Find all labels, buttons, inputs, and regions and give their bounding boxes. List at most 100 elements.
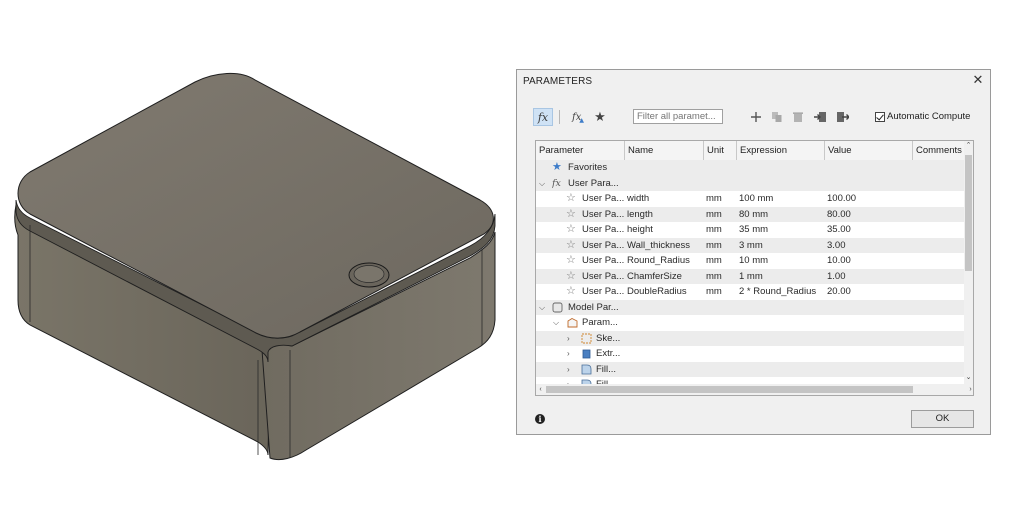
list-item[interactable]: › Extr... bbox=[536, 346, 966, 362]
cell-name: ChamferSize bbox=[627, 270, 682, 282]
cell-parameter: User Pa... bbox=[582, 239, 625, 251]
star-outline-icon[interactable]: ☆ bbox=[566, 238, 576, 254]
list-item[interactable]: › Fill... bbox=[536, 361, 966, 378]
fx-filter-button[interactable]: fx ▲ bbox=[569, 108, 587, 126]
star-outline-icon[interactable]: ☆ bbox=[566, 207, 576, 223]
cell-parameter: User Pa... bbox=[582, 286, 625, 297]
column-header-value[interactable]: Value bbox=[825, 141, 913, 160]
favorites-row[interactable]: ★ Favorites bbox=[536, 160, 966, 176]
close-icon[interactable]: ✕ bbox=[970, 72, 986, 88]
cell-value: 35.00 bbox=[827, 224, 851, 235]
chevron-right-icon[interactable]: › bbox=[567, 346, 570, 362]
user-parameters-group-row[interactable]: ⌵ fx User Para... bbox=[536, 175, 966, 192]
model-item-label: Ske... bbox=[596, 332, 621, 344]
cell-parameter: User Pa... bbox=[582, 208, 625, 220]
table-row[interactable]: ☆ User Pa... Wall_thickness mm 3 mm 3.00 bbox=[536, 237, 966, 254]
user-parameters-group-label: User Para... bbox=[568, 177, 619, 189]
dialog-title: PARAMETERS bbox=[523, 76, 593, 87]
filter-parameters-input[interactable] bbox=[633, 109, 723, 124]
cell-value: 10.00 bbox=[827, 255, 851, 266]
dialog-titlebar: PARAMETERS ✕ bbox=[517, 70, 990, 92]
cell-unit: mm bbox=[706, 193, 722, 204]
cell-value: 100.00 bbox=[827, 193, 857, 204]
model-viewport[interactable] bbox=[0, 0, 510, 523]
fx-all-parameters-button[interactable]: fx bbox=[533, 108, 553, 126]
column-header-parameter[interactable]: Parameter bbox=[536, 141, 625, 160]
horizontal-scrollbar[interactable]: ‹ › bbox=[536, 384, 973, 395]
parameters-dialog: PARAMETERS ✕ fx fx▲ ★ Automatic Compute bbox=[516, 69, 991, 435]
trash-icon bbox=[793, 112, 803, 122]
model-item-label: Fill... bbox=[596, 363, 617, 375]
cell-value: 3.00 bbox=[827, 239, 846, 251]
toolbar-divider bbox=[559, 110, 560, 124]
model-parameters-group-label: Model Par... bbox=[568, 301, 619, 313]
cell-expression[interactable]: 10 mm bbox=[739, 253, 768, 269]
list-item[interactable]: › Ske... bbox=[536, 330, 966, 347]
delete-parameter-button[interactable] bbox=[791, 108, 805, 126]
cell-expression[interactable]: 35 mm bbox=[739, 222, 768, 238]
add-parameter-button[interactable] bbox=[749, 108, 763, 126]
star-outline-icon[interactable]: ☆ bbox=[566, 284, 576, 300]
table-row[interactable]: ☆ User Pa... height mm 35 mm 35.00 bbox=[536, 222, 966, 238]
cell-unit: mm bbox=[706, 255, 722, 266]
body-icon bbox=[567, 317, 578, 328]
scroll-left-arrow[interactable]: ‹ bbox=[536, 384, 545, 395]
component-icon bbox=[552, 302, 563, 312]
chevron-right-icon[interactable]: › bbox=[567, 362, 570, 378]
cell-expression[interactable]: 80 mm bbox=[739, 207, 768, 223]
scroll-right-arrow[interactable]: › bbox=[966, 384, 973, 395]
star-outline-icon[interactable]: ☆ bbox=[566, 191, 576, 207]
star-outline-icon[interactable]: ☆ bbox=[566, 269, 576, 285]
import-parameters-button[interactable] bbox=[813, 108, 827, 126]
cell-expression[interactable]: 3 mm bbox=[739, 238, 763, 254]
vertical-scrollbar[interactable]: ⌃ ⌄ bbox=[964, 141, 973, 385]
cell-expression[interactable]: 100 mm bbox=[739, 191, 773, 207]
scroll-down-arrow[interactable]: ⌄ bbox=[964, 373, 973, 383]
table-row[interactable]: ☆ User Pa... width mm 100 mm 100.00 bbox=[536, 191, 966, 207]
cell-name: Round_Radius bbox=[627, 255, 690, 266]
column-header-unit[interactable]: Unit bbox=[704, 141, 737, 160]
chevron-down-icon[interactable]: ⌵ bbox=[539, 300, 545, 316]
star-outline-icon[interactable]: ☆ bbox=[566, 222, 576, 238]
cell-expression[interactable]: 1 mm bbox=[739, 269, 763, 285]
enclosure-box-model[interactable] bbox=[0, 0, 510, 523]
ok-button[interactable]: OK bbox=[911, 410, 974, 428]
parameters-table: Parameter Name Unit Expression Value Com… bbox=[535, 140, 974, 396]
chevron-down-icon[interactable]: ⌵ bbox=[539, 176, 545, 192]
star-outline-icon[interactable]: ☆ bbox=[566, 253, 576, 269]
column-header-comments[interactable]: Comments bbox=[913, 141, 966, 160]
automatic-compute-label: Automatic Compute bbox=[887, 111, 971, 122]
chevron-down-icon[interactable]: ⌵ bbox=[553, 315, 559, 331]
info-icon[interactable]: i bbox=[535, 414, 545, 424]
import-icon bbox=[813, 111, 826, 122]
favorites-filter-button[interactable]: ★ bbox=[591, 108, 609, 126]
cell-unit: mm bbox=[706, 208, 722, 220]
horizontal-scroll-thumb[interactable] bbox=[546, 386, 913, 393]
cell-unit: mm bbox=[706, 270, 722, 282]
parameters-toolbar: fx fx▲ ★ Automatic Compute bbox=[517, 106, 990, 130]
cell-unit: mm bbox=[706, 286, 722, 297]
cell-unit: mm bbox=[706, 224, 722, 235]
cell-expression[interactable]: 2 * Round_Radius bbox=[739, 284, 816, 300]
copy-parameter-button[interactable] bbox=[770, 108, 784, 126]
model-subgroup-row[interactable]: ⌵ Param... bbox=[536, 315, 966, 331]
sketch-icon bbox=[581, 333, 592, 343]
vertical-scroll-thumb[interactable] bbox=[965, 155, 972, 271]
cell-name: Wall_thickness bbox=[627, 239, 691, 251]
model-item-label: Extr... bbox=[596, 348, 621, 359]
table-row[interactable]: ☆ User Pa... DoubleRadius mm 2 * Round_R… bbox=[536, 284, 966, 300]
export-parameters-button[interactable] bbox=[835, 108, 849, 126]
cell-value: 1.00 bbox=[827, 270, 846, 282]
table-row[interactable]: ☆ User Pa... ChamferSize mm 1 mm 1.00 bbox=[536, 268, 966, 285]
cell-parameter: User Pa... bbox=[582, 193, 625, 204]
table-row[interactable]: ☆ User Pa... Round_Radius mm 10 mm 10.00 bbox=[536, 253, 966, 269]
table-row[interactable]: ☆ User Pa... length mm 80 mm 80.00 bbox=[536, 206, 966, 223]
cell-parameter: User Pa... bbox=[582, 255, 625, 266]
column-header-name[interactable]: Name bbox=[625, 141, 704, 160]
column-header-expression[interactable]: Expression bbox=[737, 141, 825, 160]
chevron-right-icon[interactable]: › bbox=[567, 331, 570, 347]
fx-icon: fx bbox=[552, 177, 561, 189]
automatic-compute-checkbox[interactable]: Automatic Compute bbox=[875, 111, 970, 122]
scroll-up-arrow[interactable]: ⌃ bbox=[964, 141, 973, 151]
model-parameters-group-row[interactable]: ⌵ Model Par... bbox=[536, 299, 966, 316]
